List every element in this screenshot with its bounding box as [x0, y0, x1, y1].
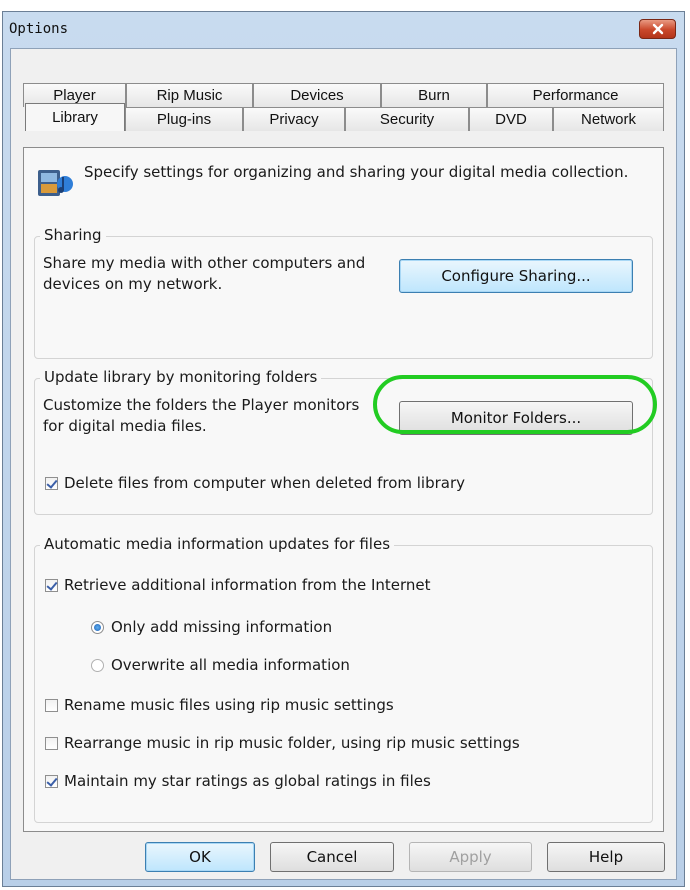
tab-label: Player	[53, 87, 96, 104]
window-title: Options	[9, 21, 69, 37]
tab-security[interactable]: Security	[345, 107, 469, 131]
delete-files-checkbox[interactable]	[45, 476, 58, 490]
retrieve-info-row[interactable]: Retrieve additional information from the…	[45, 576, 431, 594]
tab-label: DVD	[495, 111, 527, 128]
tab-dvd[interactable]: DVD	[469, 107, 553, 131]
sharing-group: Sharing Share my media with other comput…	[34, 226, 653, 359]
monitor-folders-highlight	[373, 375, 657, 434]
maintain-ratings-checkbox[interactable]	[45, 774, 58, 788]
only-add-missing-row[interactable]: Only add missing information	[91, 618, 332, 636]
library-tab-panel: Specify settings for organizing and shar…	[23, 147, 664, 832]
tab-label: Security	[379, 111, 435, 128]
tab-devices[interactable]: Devices	[253, 83, 381, 107]
close-icon	[652, 23, 663, 35]
only-add-missing-radio[interactable]	[91, 620, 104, 634]
tab-label: Network	[580, 111, 636, 128]
tab-plug-ins[interactable]: Plug-ins	[125, 107, 243, 131]
tab-label: Burn	[418, 87, 450, 104]
tab-library[interactable]: Library	[25, 103, 125, 131]
monitor-legend: Update library by monitoring folders	[40, 368, 322, 386]
configure-sharing-button[interactable]: Configure Sharing...	[399, 259, 633, 293]
rearrange-music-label: Rearrange music in rip music folder, usi…	[64, 734, 520, 752]
overwrite-all-radio[interactable]	[91, 658, 104, 672]
ok-button[interactable]: OK	[145, 842, 255, 872]
media-library-icon	[38, 170, 73, 196]
options-dialog: Options Player Rip Music Devices Burn Pe…	[2, 11, 685, 887]
library-description: Specify settings for organizing and shar…	[84, 163, 629, 181]
tab-performance[interactable]: Performance	[487, 83, 664, 107]
close-button[interactable]	[639, 19, 676, 39]
help-button[interactable]: Help	[547, 842, 665, 872]
auto-updates-group: Automatic media information updates for …	[34, 535, 653, 823]
tab-label: Plug-ins	[156, 111, 212, 128]
tab-rip-music[interactable]: Rip Music	[126, 83, 253, 107]
overwrite-all-row[interactable]: Overwrite all media information	[91, 656, 350, 674]
monitor-text: Customize the folders the Player monitor…	[43, 396, 360, 435]
auto-updates-legend: Automatic media information updates for …	[40, 535, 395, 553]
tab-label: Rip Music	[156, 87, 223, 104]
retrieve-info-checkbox[interactable]	[45, 578, 58, 592]
dialog-client-area: Player Rip Music Devices Burn Performanc…	[10, 48, 677, 880]
rearrange-music-checkbox[interactable]	[45, 736, 58, 750]
tab-privacy[interactable]: Privacy	[243, 107, 345, 131]
apply-button[interactable]: Apply	[409, 842, 532, 872]
tab-label: Library	[52, 109, 98, 126]
cancel-button[interactable]: Cancel	[270, 842, 394, 872]
tab-label: Privacy	[269, 111, 319, 128]
title-bar[interactable]: Options	[3, 12, 684, 46]
rename-music-checkbox[interactable]	[45, 698, 58, 712]
rename-music-label: Rename music files using rip music setti…	[64, 696, 394, 714]
rearrange-music-row[interactable]: Rearrange music in rip music folder, usi…	[45, 734, 520, 752]
delete-files-row[interactable]: Delete files from computer when deleted …	[45, 474, 465, 492]
delete-files-label: Delete files from computer when deleted …	[64, 474, 466, 492]
rename-music-row[interactable]: Rename music files using rip music setti…	[45, 696, 394, 714]
maintain-ratings-label: Maintain my star ratings as global ratin…	[64, 772, 431, 790]
retrieve-info-label: Retrieve additional information from the…	[64, 576, 431, 594]
only-add-missing-label: Only add missing information	[111, 618, 333, 636]
tab-label: Performance	[532, 87, 619, 104]
tab-burn[interactable]: Burn	[381, 83, 487, 107]
tab-label: Devices	[290, 87, 344, 104]
maintain-ratings-row[interactable]: Maintain my star ratings as global ratin…	[45, 772, 431, 790]
sharing-legend: Sharing	[40, 226, 106, 244]
overwrite-all-label: Overwrite all media information	[111, 656, 350, 674]
sharing-text: Share my media with other computers and …	[43, 254, 366, 293]
tab-network[interactable]: Network	[553, 107, 664, 131]
